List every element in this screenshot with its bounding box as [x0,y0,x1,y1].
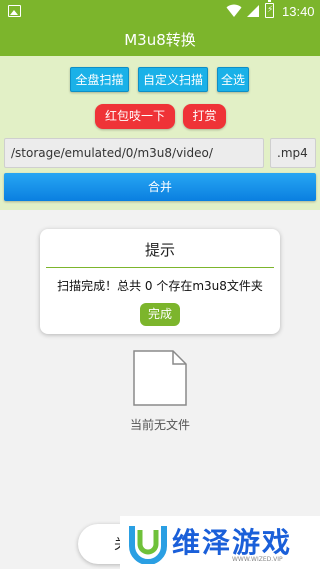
status-clock: 13:40 [282,4,315,19]
scan-all-button[interactable]: 全盘扫描 [70,67,129,92]
battery-icon: ⚡ [265,0,274,18]
dialog-message: 扫描完成！总共 0 个存在m3u8文件夹 [57,279,263,293]
path-input[interactable]: /storage/emulated/0/m3u8/video/ [4,138,264,168]
dialog-ok-button[interactable]: 完成 [140,303,180,326]
scan-result-dialog: 提示 扫描完成！总共 0 个存在m3u8文件夹 完成 [40,229,280,334]
file-icon [133,350,187,406]
dialog-title: 提示 [144,241,175,259]
extension-input[interactable]: .mp4 [270,138,316,168]
red-packet-button[interactable]: 红包吱一下 [95,104,175,129]
empty-state-text: 当前无文件 [129,418,190,432]
watermark-text: 维泽游戏 [172,526,293,559]
watermark-subtext: WWW.WIZED.VIP [232,556,283,563]
tip-button[interactable]: 打赏 [183,104,226,129]
select-all-button[interactable]: 全选 [217,67,249,92]
watermark-logo-icon [129,526,167,564]
wifi-icon [226,4,242,17]
custom-scan-button[interactable]: 自定义扫描 [138,67,208,92]
watermark: 维泽游戏 WWW.WIZED.VIP [120,516,320,569]
app-title: M3u8转换 [0,24,320,56]
merge-button[interactable]: 合并 [4,173,316,201]
picture-icon [8,5,21,17]
status-bar: ⚡ 13:40 [0,0,320,24]
dialog-divider [46,267,274,268]
signal-icon [247,5,259,17]
